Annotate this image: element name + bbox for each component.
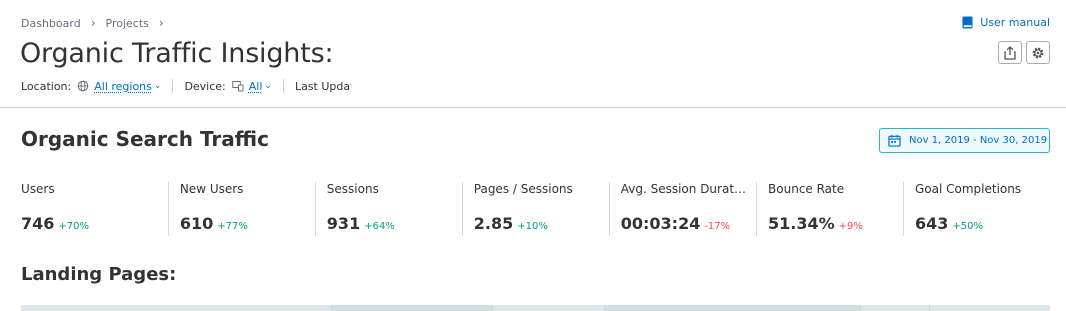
user-manual-label[interactable]: User manual	[980, 16, 1050, 29]
chevron-down-icon[interactable]: ⌄	[154, 81, 162, 91]
location-dropdown[interactable]: All regions	[94, 80, 152, 93]
metric-value-row: 643 +50%	[915, 214, 1040, 233]
share-button[interactable]	[998, 41, 1022, 64]
metric-label: Bounce Rate	[768, 182, 845, 196]
table-column-header[interactable]	[21, 305, 332, 311]
metric-label: Goal Completions	[915, 182, 1022, 196]
metric-divider	[167, 182, 169, 236]
metric-value: 2.85	[473, 214, 514, 233]
section-title: Organic Search Traffic	[21, 127, 269, 151]
metric-value: 610	[179, 214, 214, 233]
settings-button[interactable]	[1026, 41, 1050, 64]
metric-delta: +9%	[838, 221, 863, 232]
location-label: Location:	[21, 79, 72, 93]
page-title: Organic Traffic Insights:	[20, 38, 334, 69]
metric-tile: Bounce Rate 51.34% +9%	[756, 182, 903, 236]
landing-pages-title: Landing Pages:	[21, 264, 177, 285]
metric-value: 931	[326, 214, 361, 233]
metric-value: 51.34%	[768, 214, 835, 233]
metric-divider	[461, 182, 463, 236]
book-icon	[962, 16, 973, 29]
metric-tile: New Users 610 +77%	[167, 182, 315, 236]
metric-tile: Goal Completions 643 +50%	[903, 182, 1050, 236]
table-column-header[interactable]	[605, 305, 861, 311]
metric-label: Sessions	[326, 182, 379, 196]
metric-value-row: 746 +70%	[21, 214, 158, 233]
metric-delta: +70%	[58, 221, 90, 232]
last-update-label: Last Update	[294, 79, 351, 93]
metric-delta: -17%	[704, 221, 731, 232]
metric-tile: Avg. Session Durat… 00:03:24 -17%	[608, 182, 756, 236]
breadcrumb-projects[interactable]: Projects	[106, 17, 149, 30]
filter-divider	[282, 79, 284, 93]
metric-value: 00:03:24	[620, 214, 701, 233]
metric-value-row: 2.85 +10%	[474, 214, 599, 233]
user-manual-link[interactable]: User manual	[962, 16, 1050, 29]
metrics-row: Users 746 +70% New Users 610 +77% Sessions 931 +…	[21, 182, 1050, 236]
device-label: Device:	[184, 79, 226, 93]
table-column-header[interactable]	[332, 305, 493, 311]
metric-label: Users	[21, 182, 55, 196]
filter-bar: Location: All regions ⌄ Device: All ⌄ La…	[21, 79, 351, 93]
metric-divider	[903, 182, 904, 236]
metric-divider	[314, 182, 316, 236]
metric-value-row: 51.34% +9%	[768, 214, 893, 233]
share-icon	[1004, 45, 1016, 60]
breadcrumb: Dashboard › Projects ›	[21, 16, 174, 30]
metric-tile: Users 746 +70%	[21, 182, 168, 236]
devices-icon	[232, 81, 244, 92]
table-column-header[interactable]	[930, 305, 1050, 311]
globe-icon	[77, 80, 89, 92]
calendar-icon	[888, 134, 901, 147]
metric-value-row: 610 +77%	[180, 214, 305, 233]
page-header: Dashboard › Projects › Organic Traffic I…	[0, 0, 1066, 108]
metric-divider	[608, 182, 610, 236]
metric-value-row: 931 +64%	[327, 214, 452, 233]
metric-divider	[756, 182, 758, 236]
filter-divider	[172, 79, 174, 93]
landing-pages-table-header	[21, 305, 1050, 311]
metric-value-row: 00:03:24 -17%	[621, 214, 746, 233]
metric-delta: +50%	[952, 221, 984, 232]
metric-tile: Sessions 931 +64%	[314, 182, 462, 236]
metric-label: Pages / Sessions	[473, 182, 573, 196]
device-dropdown[interactable]: All	[249, 80, 263, 93]
table-column-header[interactable]	[861, 305, 930, 311]
breadcrumb-dashboard[interactable]: Dashboard	[21, 17, 81, 30]
gear-icon	[1032, 47, 1044, 58]
date-range-label[interactable]: Nov 1, 2019 - Nov 30, 2019	[909, 135, 1047, 146]
metric-value: 746	[21, 214, 55, 233]
chevron-down-icon[interactable]: ⌄	[264, 81, 272, 91]
metric-value: 643	[915, 214, 949, 233]
metric-label: Avg. Session Durat…	[620, 182, 747, 196]
metric-label: New Users	[179, 182, 244, 196]
metric-delta: +10%	[517, 221, 548, 232]
date-range-button[interactable]: Nov 1, 2019 - Nov 30, 2019	[879, 128, 1050, 153]
metric-tile: Pages / Sessions 2.85 +10%	[461, 182, 609, 236]
metric-delta: +77%	[217, 221, 248, 232]
metric-delta: +64%	[364, 221, 395, 232]
breadcrumb-separator: ›	[90, 16, 96, 30]
breadcrumb-separator: ›	[158, 16, 164, 30]
table-column-header[interactable]	[493, 305, 605, 311]
